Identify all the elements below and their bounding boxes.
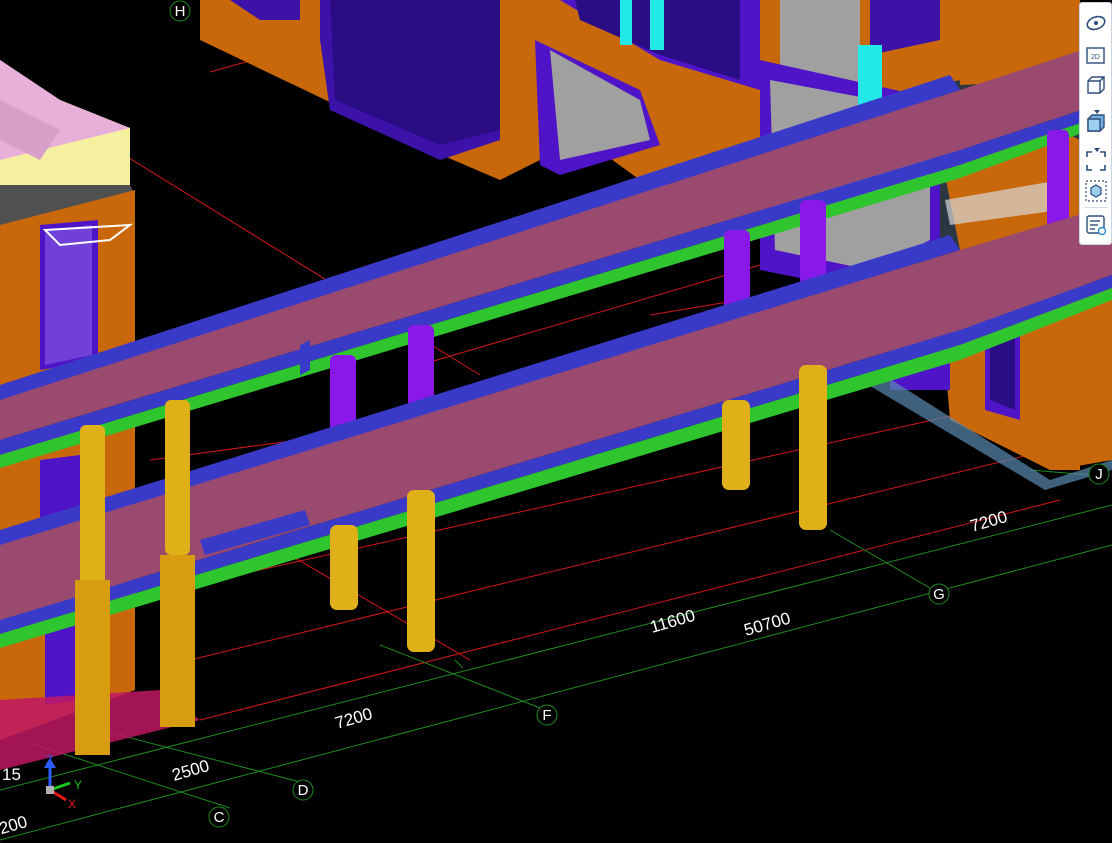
grid-bubble-d: D: [292, 779, 314, 801]
3d-box-icon[interactable]: [1084, 73, 1108, 97]
grid-bubble-j: J: [1088, 463, 1110, 485]
grid-bubble-g: G: [928, 583, 950, 605]
shaded-box-icon[interactable]: [1084, 111, 1108, 135]
svg-text:Y: Y: [74, 778, 82, 792]
grid-bubble-h: H: [169, 0, 191, 22]
svg-text:2D: 2D: [1091, 54, 1100, 61]
shaded-box-dropdown-icon[interactable]: [1093, 138, 1101, 152]
svg-text:X: X: [68, 797, 76, 811]
2d-view-icon[interactable]: 2D: [1084, 43, 1108, 67]
dimension-7200-left: 7200: [333, 704, 375, 733]
svg-text:J: J: [1095, 466, 1103, 483]
toolbar-divider: [1084, 207, 1108, 208]
svg-text:Z: Z: [46, 753, 53, 767]
orbit-icon[interactable]: [1084, 11, 1108, 35]
svg-text:H: H: [175, 3, 186, 20]
3d-box-dropdown-icon[interactable]: [1093, 100, 1101, 114]
svg-text:F: F: [542, 707, 551, 724]
dimension-7200-right: 7200: [968, 507, 1010, 536]
dimension-15: 15: [2, 765, 21, 784]
svg-text:G: G: [933, 586, 945, 603]
section-box-icon[interactable]: [1084, 179, 1108, 203]
axis-triad-icon: Z Y X: [44, 753, 82, 811]
view-toolbar: 2D: [1079, 2, 1112, 245]
properties-list-icon[interactable]: [1084, 213, 1108, 237]
dimension-50700: 50700: [742, 609, 793, 640]
svg-text:D: D: [298, 782, 309, 799]
3d-model-viewport[interactable]: 7200 11600 50700 7200 2500 5200 15 H J G…: [0, 0, 1112, 843]
dimension-11600: 11600: [648, 606, 697, 637]
dimension-2500: 2500: [170, 756, 212, 785]
zoom-extents-icon[interactable]: [1084, 149, 1108, 173]
svg-text:C: C: [214, 809, 225, 826]
grid-bubble-c: C: [208, 806, 230, 828]
grid-bubble-f: F: [536, 704, 558, 726]
